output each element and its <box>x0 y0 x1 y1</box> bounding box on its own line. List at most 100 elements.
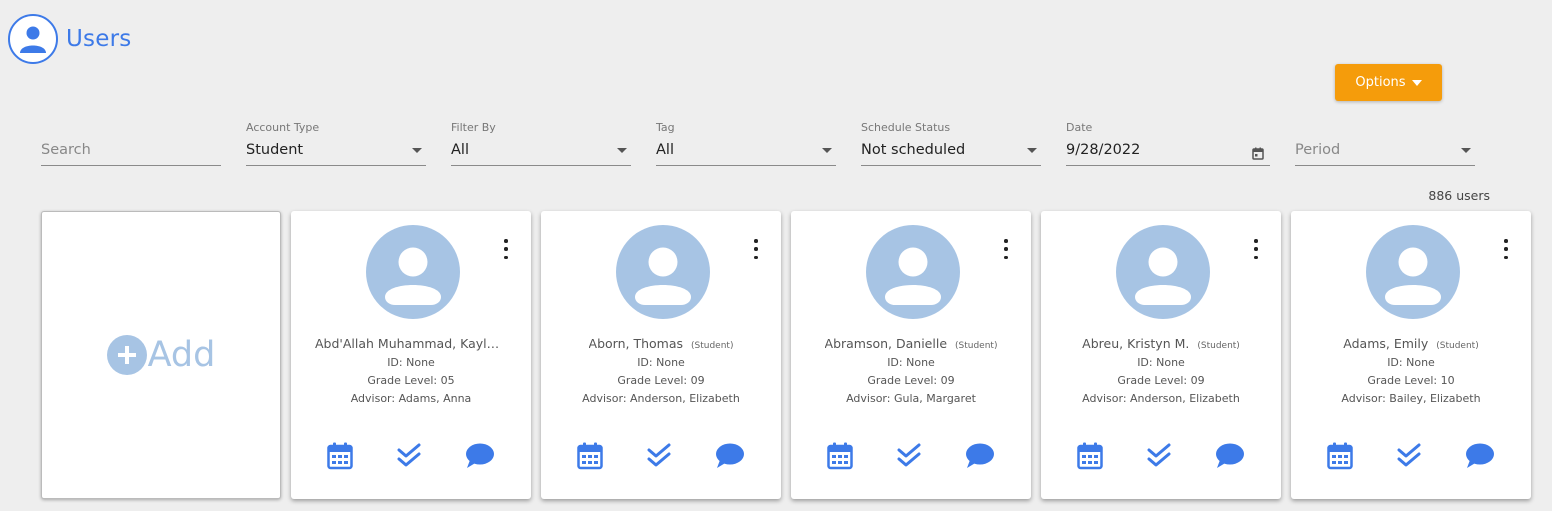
user-name[interactable]: Abreu, Kristyn M. <box>1082 336 1189 351</box>
calendar-icon[interactable] <box>1325 441 1355 471</box>
schedule-status-value: Not scheduled <box>861 142 966 158</box>
user-name-line[interactable]: Abramson, Danielle (Student) <box>791 336 1031 351</box>
user-name[interactable]: Abramson, Danielle <box>825 336 948 351</box>
date-value: 9/28/2022 <box>1066 142 1141 158</box>
user-id: ID: None <box>387 356 435 369</box>
options-label: Options <box>1355 75 1406 90</box>
card-actions <box>541 441 781 471</box>
card-actions <box>1041 441 1281 471</box>
period-select[interactable]: Period <box>1295 120 1475 166</box>
user-circle-icon <box>8 14 58 64</box>
calendar-icon[interactable] <box>1075 441 1105 471</box>
user-advisor: Advisor: Gula, Margaret <box>846 392 976 405</box>
user-card[interactable]: Abd'Allah Muhammad, Kayl… ID: None Grade… <box>291 211 531 499</box>
chat-bubble-icon[interactable] <box>965 441 995 471</box>
date-label: Date <box>1066 121 1093 134</box>
user-grade: Grade Level: 09 <box>617 374 705 387</box>
add-user-card[interactable]: Add <box>41 211 281 499</box>
calendar-icon[interactable] <box>325 441 355 471</box>
more-options-icon[interactable] <box>1253 239 1259 259</box>
double-check-icon[interactable] <box>1394 441 1424 471</box>
user-grade: Grade Level: 10 <box>1367 374 1455 387</box>
chat-bubble-icon[interactable] <box>465 441 495 471</box>
calendar-icon[interactable] <box>575 441 605 471</box>
search-input[interactable] <box>41 142 221 158</box>
double-check-icon[interactable] <box>394 441 424 471</box>
account-type-value: Student <box>246 142 304 158</box>
account-type-select[interactable]: Account Type Student <box>246 120 426 166</box>
user-card[interactable]: Aborn, Thomas (Student) ID: None Grade Le… <box>541 211 781 499</box>
users-page: Users Options Account Type Student Filte… <box>0 0 1552 511</box>
user-id: ID: None <box>887 356 935 369</box>
caret-down-icon <box>1461 148 1471 153</box>
user-name-line[interactable]: Abreu, Kristyn M. (Student) <box>1041 336 1281 351</box>
more-options-icon[interactable] <box>503 239 509 259</box>
user-id: ID: None <box>637 356 685 369</box>
schedule-status-label: Schedule Status <box>861 121 951 134</box>
double-check-icon[interactable] <box>894 441 924 471</box>
user-advisor: Advisor: Adams, Anna <box>350 392 472 405</box>
avatar[interactable] <box>866 225 960 319</box>
more-options-icon[interactable] <box>753 239 759 259</box>
page-header: Users <box>8 14 131 64</box>
caret-down-icon <box>617 148 627 153</box>
account-type-label: Account Type <box>246 121 320 134</box>
card-actions <box>291 441 531 471</box>
user-name[interactable]: Abd'Allah Muhammad, Kayl… <box>315 336 499 351</box>
add-label: Add <box>147 335 216 375</box>
user-type: (Student) <box>1436 341 1479 351</box>
user-id: ID: None <box>1387 356 1435 369</box>
user-card[interactable]: Adams, Emily (Student) ID: None Grade Lev… <box>1291 211 1531 499</box>
user-type: (Student) <box>1197 341 1240 351</box>
date-field[interactable]: Date 9/28/2022 <box>1066 120 1270 166</box>
filter-by-select[interactable]: Filter By All <box>451 120 631 166</box>
double-check-icon[interactable] <box>1144 441 1174 471</box>
more-options-icon[interactable] <box>1503 239 1509 259</box>
more-options-icon[interactable] <box>1003 239 1009 259</box>
user-card[interactable]: Abramson, Danielle (Student) ID: None Gra… <box>791 211 1031 499</box>
user-name[interactable]: Adams, Emily <box>1343 336 1428 351</box>
page-title: Users <box>66 26 132 52</box>
chat-bubble-icon[interactable] <box>1215 441 1245 471</box>
filter-by-value: All <box>451 142 469 158</box>
caret-down-icon <box>1411 79 1422 86</box>
period-placeholder: Period <box>1295 142 1341 158</box>
user-count: 886 users <box>1428 188 1490 203</box>
avatar[interactable] <box>1116 225 1210 319</box>
user-advisor: Advisor: Anderson, Elizabeth <box>582 392 740 405</box>
card-actions <box>1291 441 1531 471</box>
tag-label: Tag <box>656 121 675 134</box>
user-advisor: Advisor: Anderson, Elizabeth <box>1082 392 1240 405</box>
tag-value: All <box>656 142 674 158</box>
user-grade: Grade Level: 05 <box>367 374 455 387</box>
avatar[interactable] <box>616 225 710 319</box>
double-check-icon[interactable] <box>644 441 674 471</box>
plus-icon <box>106 335 147 375</box>
options-button[interactable]: Options <box>1335 64 1442 101</box>
schedule-status-select[interactable]: Schedule Status Not scheduled <box>861 120 1041 166</box>
user-id: ID: None <box>1137 356 1185 369</box>
avatar[interactable] <box>1366 225 1460 319</box>
filter-by-label: Filter By <box>451 121 496 134</box>
calendar-icon[interactable] <box>825 441 855 471</box>
user-grade: Grade Level: 09 <box>867 374 955 387</box>
user-advisor: Advisor: Bailey, Elizabeth <box>1341 392 1481 405</box>
caret-down-icon <box>412 148 422 153</box>
search-field[interactable] <box>41 120 221 166</box>
caret-down-icon <box>1027 148 1037 153</box>
user-type: (Student) <box>955 341 998 351</box>
chat-bubble-icon[interactable] <box>1465 441 1495 471</box>
avatar[interactable] <box>366 225 460 319</box>
user-type: (Student) <box>691 341 734 351</box>
user-name-line[interactable]: Aborn, Thomas (Student) <box>541 336 781 351</box>
chat-bubble-icon[interactable] <box>715 441 745 471</box>
card-actions <box>791 441 1031 471</box>
user-name[interactable]: Aborn, Thomas <box>589 336 683 351</box>
tag-select[interactable]: Tag All <box>656 120 836 166</box>
user-name-line[interactable]: Abd'Allah Muhammad, Kayl… <box>291 336 531 351</box>
user-grade: Grade Level: 09 <box>1117 374 1205 387</box>
caret-down-icon <box>822 148 832 153</box>
calendar-icon[interactable] <box>1252 145 1264 164</box>
user-name-line[interactable]: Adams, Emily (Student) <box>1291 336 1531 351</box>
user-card[interactable]: Abreu, Kristyn M. (Student) ID: None Grad… <box>1041 211 1281 499</box>
